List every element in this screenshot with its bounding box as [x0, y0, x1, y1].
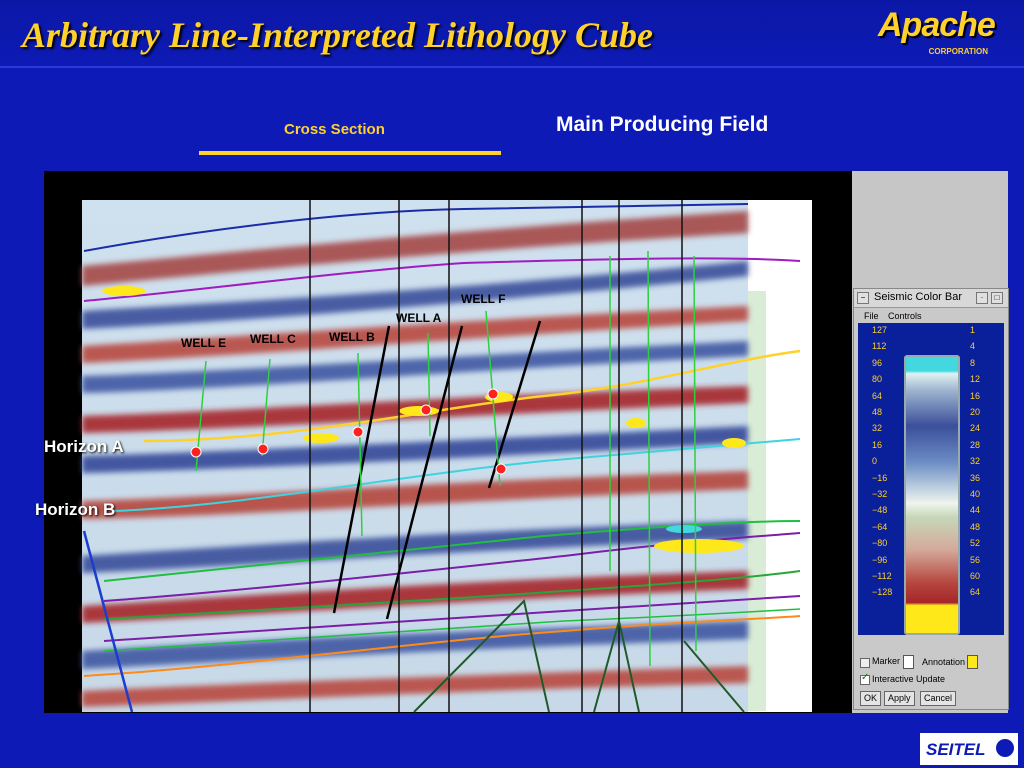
scale-left-tick: 16 — [872, 439, 883, 450]
scale-left-tick: 96 — [872, 357, 883, 368]
cancel-button[interactable]: Cancel — [920, 691, 957, 706]
title-bar: Arbitrary Line-Interpreted Lithology Cub… — [0, 0, 1024, 68]
seismic-section: WELL E WELL C WELL B WELL A WELL F — [44, 171, 852, 713]
annotation-swatch[interactable] — [967, 655, 978, 669]
scale-right-tick: 20 — [970, 407, 981, 417]
field-label: Main Producing Field — [556, 113, 769, 136]
scale-right-tick: 64 — [970, 587, 981, 598]
scale-right-tick: 1 — [970, 325, 976, 335]
apply-button[interactable]: Apply — [884, 691, 915, 706]
ok-button[interactable]: OK — [860, 691, 882, 706]
menu-file[interactable]: File — [864, 311, 879, 321]
scale-right-tick: 52 — [970, 538, 981, 549]
scale-left-tick: −48 — [872, 505, 888, 516]
cross-section-label: Cross Section — [284, 121, 385, 138]
menu-controls[interactable]: Controls — [888, 311, 922, 321]
well-label-e: WELL E — [181, 336, 227, 350]
scale-left-tick: −96 — [872, 554, 888, 565]
scale-left-tick: −32 — [872, 489, 888, 499]
logo-subtitle: CORPORATION — [928, 47, 988, 56]
horizon-a-label: Horizon A — [44, 437, 124, 456]
well-label-a: WELL A — [396, 311, 442, 325]
scale-left-tick: −80 — [872, 538, 888, 549]
seismic-image — [82, 200, 812, 713]
seitel-logo: SEITEL — [920, 733, 1018, 765]
scale-left-tick: 80 — [872, 374, 883, 385]
well-label-b: WELL B — [329, 330, 375, 344]
scale-left-tick: 112 — [872, 341, 887, 352]
scale-left-tick: −112 — [872, 571, 892, 581]
well-label-c: WELL C — [250, 332, 296, 346]
scale-left-tick: −64 — [872, 521, 888, 532]
scale-left-tick: 127 — [872, 325, 888, 335]
color-scale-panel: 127 112 96 80 64 48 32 16 0 −16 −32 −48 −64 −80 −96 −11… — [858, 323, 1004, 635]
scale-left-tick: 64 — [872, 390, 883, 401]
color-bar-window: − Seismic Color Bar · □ File Controls 12… — [853, 288, 1009, 710]
logo-text: Apache — [878, 6, 996, 44]
marker-swatch[interactable] — [903, 655, 914, 669]
marker-label: Marker — [872, 656, 901, 666]
scale-right-tick: 4 — [970, 341, 976, 352]
scale-right-tick: 12 — [970, 374, 981, 385]
scale-right-tick: 28 — [970, 439, 981, 450]
scale-right-tick: 32 — [970, 456, 981, 467]
minimize-icon[interactable]: · — [976, 292, 988, 304]
cross-section-underline — [199, 151, 501, 155]
check-icon: ✓ — [861, 672, 870, 683]
scale-right-tick: 48 — [970, 521, 981, 532]
seitel-swoosh-icon — [996, 739, 1014, 757]
annotation-label: Annotation — [922, 657, 966, 667]
scale-right-tick: 40 — [970, 489, 981, 499]
horizon-b-label: Horizon B — [35, 500, 116, 519]
scale-left-tick: 32 — [872, 423, 883, 434]
maximize-icon[interactable]: □ — [991, 292, 1003, 304]
slide-title: Arbitrary Line-Interpreted Lithology Cub… — [22, 15, 654, 55]
well-label-f: WELL F — [461, 292, 506, 306]
seitel-text: SEITEL — [926, 740, 986, 759]
scale-right-tick: 16 — [970, 390, 981, 401]
color-bar-titlebar: − Seismic Color Bar · □ — [854, 289, 1008, 308]
apache-logo: Apache CORPORATION — [878, 6, 996, 60]
marker-checkbox[interactable] — [860, 658, 870, 668]
window-menu-icon[interactable]: − — [857, 292, 869, 304]
scale-right-tick: 44 — [970, 505, 981, 516]
scale-left-tick: −128 — [872, 587, 893, 598]
scale-left-tick: 0 — [872, 456, 878, 467]
scale-right-tick: 24 — [970, 423, 981, 434]
scale-left-tick: −16 — [872, 472, 888, 483]
scale-right-tick: 8 — [970, 357, 976, 368]
scale-right-tick: 56 — [970, 554, 981, 565]
scale-right-tick: 36 — [970, 472, 981, 483]
scale-left-tick: 48 — [872, 407, 883, 417]
color-gradient[interactable] — [904, 355, 960, 635]
scale-right-tick: 60 — [970, 571, 981, 581]
interactive-update-label: Interactive Update — [872, 674, 946, 684]
color-bar-title: Seismic Color Bar — [874, 291, 963, 303]
